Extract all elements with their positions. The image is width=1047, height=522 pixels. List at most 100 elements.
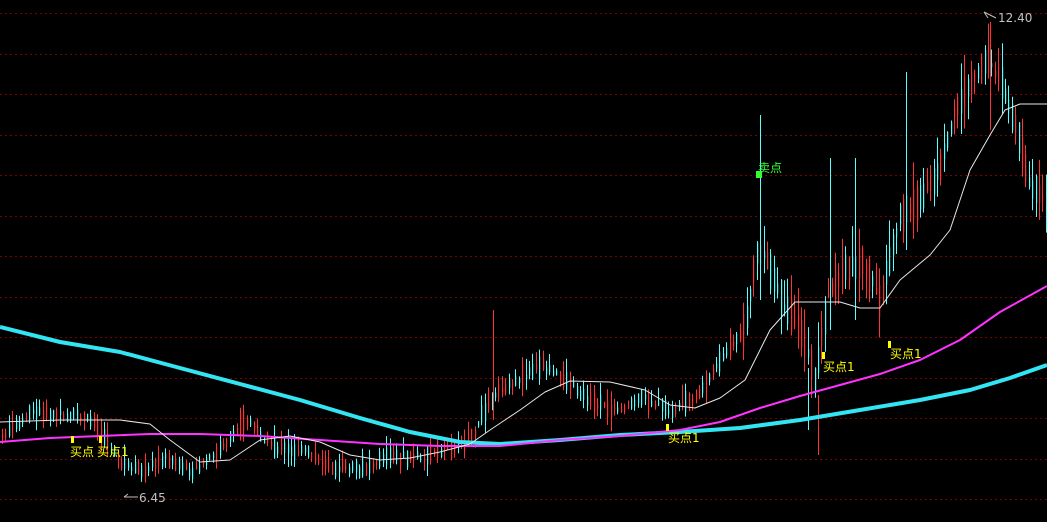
candle-body bbox=[543, 359, 545, 370]
candle-body bbox=[750, 288, 752, 302]
candle-body bbox=[648, 389, 650, 412]
candle-body bbox=[213, 453, 215, 459]
candle-body bbox=[441, 448, 443, 457]
candle-body bbox=[145, 466, 147, 478]
candle-body bbox=[281, 442, 283, 452]
candle-body bbox=[1002, 67, 1004, 99]
candle-body bbox=[631, 398, 633, 409]
candle-body bbox=[325, 459, 327, 470]
candle-body bbox=[835, 263, 837, 301]
candle-body bbox=[223, 443, 225, 449]
candle-body bbox=[305, 447, 307, 453]
candle-body bbox=[859, 248, 861, 279]
candle-body bbox=[485, 403, 487, 422]
candle-body bbox=[777, 283, 779, 294]
candle-body bbox=[981, 54, 983, 84]
candle-body bbox=[1019, 122, 1021, 154]
annotation-layer: 12.40 6.45 卖点 买点 买点1 买点1 买点1 买点1 bbox=[70, 11, 1032, 505]
buy1-signal-label: 买点1 bbox=[97, 445, 129, 459]
candle-body bbox=[532, 363, 534, 380]
candle-body bbox=[155, 459, 157, 469]
low-price-label: 6.45 bbox=[139, 491, 166, 505]
candle-body bbox=[617, 407, 619, 412]
candle-body bbox=[505, 384, 507, 393]
candle-body bbox=[519, 378, 521, 383]
candle-body bbox=[26, 415, 28, 422]
candle-body bbox=[590, 392, 592, 407]
candle-body bbox=[920, 185, 922, 210]
candle-body bbox=[437, 441, 439, 458]
candle-body bbox=[512, 381, 514, 388]
candle-body bbox=[726, 348, 728, 356]
candle-body bbox=[845, 254, 847, 280]
candle-body bbox=[328, 460, 330, 473]
candle-body bbox=[879, 285, 881, 318]
candle-body bbox=[179, 459, 181, 470]
candle-body bbox=[791, 298, 793, 332]
candle-body bbox=[128, 460, 130, 469]
candle-body bbox=[87, 413, 89, 420]
candle-body bbox=[781, 280, 783, 317]
candle-body bbox=[84, 412, 86, 421]
candle-body bbox=[597, 403, 599, 409]
candle-body bbox=[1015, 114, 1017, 134]
candle-body bbox=[359, 466, 361, 478]
candle-body bbox=[903, 198, 905, 232]
candle-body bbox=[784, 304, 786, 311]
candle-body bbox=[672, 406, 674, 419]
candle-body bbox=[318, 455, 320, 464]
candle-body bbox=[104, 429, 106, 445]
candle-body bbox=[522, 364, 524, 386]
candle-body bbox=[808, 348, 810, 358]
candle-body bbox=[362, 456, 364, 477]
candle-body bbox=[9, 424, 11, 436]
candle-body bbox=[226, 439, 228, 447]
candle-body bbox=[345, 460, 347, 470]
buy1-signal-marker bbox=[666, 424, 669, 431]
candle-body bbox=[978, 66, 980, 79]
candle-body bbox=[1005, 88, 1007, 103]
candle-body bbox=[373, 462, 375, 469]
candle-body bbox=[434, 449, 436, 456]
candle-body bbox=[883, 282, 885, 299]
candle-body bbox=[19, 421, 21, 429]
candle-body bbox=[60, 410, 62, 416]
candle-body bbox=[685, 390, 687, 413]
candle-body bbox=[940, 153, 942, 180]
candle-body bbox=[138, 462, 140, 474]
candle-body bbox=[662, 400, 664, 412]
candle-body bbox=[1022, 137, 1024, 168]
candle-body bbox=[50, 410, 52, 421]
candle-body bbox=[131, 466, 133, 472]
candle-body bbox=[706, 372, 708, 391]
candle-body bbox=[1036, 176, 1038, 204]
candle-body bbox=[407, 451, 409, 468]
candle-body bbox=[158, 455, 160, 466]
candle-body bbox=[995, 70, 997, 78]
candle-body bbox=[294, 444, 296, 460]
candle-body bbox=[563, 373, 565, 388]
candle-body bbox=[804, 331, 806, 356]
candle-body bbox=[930, 174, 932, 192]
buy1-signal-marker bbox=[822, 352, 825, 359]
candle-body bbox=[917, 186, 919, 222]
candle-body bbox=[767, 252, 769, 270]
candle-body bbox=[889, 247, 891, 275]
candle-body bbox=[611, 403, 613, 419]
candle-body bbox=[607, 400, 609, 418]
candle-body bbox=[301, 445, 303, 454]
candle-body bbox=[12, 422, 14, 430]
candle-body bbox=[230, 431, 232, 442]
high-price-label: 12.40 bbox=[998, 11, 1032, 25]
candle-body bbox=[383, 453, 385, 463]
candle-body bbox=[271, 442, 273, 447]
candle-body bbox=[913, 188, 915, 220]
candlestick-chart-svg: 12.40 6.45 卖点 买点 买点1 买点1 买点1 买点1 bbox=[0, 11, 1047, 505]
candle-body bbox=[934, 168, 936, 195]
candle-body bbox=[556, 370, 558, 376]
candle-body bbox=[604, 402, 606, 408]
candle-body bbox=[199, 464, 201, 473]
candle-body bbox=[529, 367, 531, 376]
candle-body bbox=[77, 409, 79, 420]
candle-body bbox=[998, 64, 1000, 85]
